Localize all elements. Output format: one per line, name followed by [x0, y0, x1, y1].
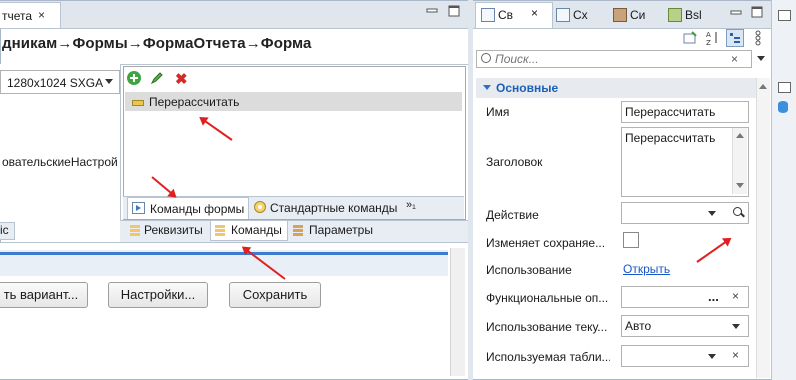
tab-structure[interactable]: Сх — [573, 8, 588, 22]
edit-icon[interactable] — [150, 71, 164, 85]
chevron-down-icon — [105, 79, 113, 84]
editor-tab-label: тчета — [2, 9, 33, 23]
requisites-icon — [130, 225, 140, 236]
open-link[interactable]: Открыть — [623, 262, 670, 276]
breadcrumb: дникам→Формы→ФормаОтчета→Форма — [2, 35, 312, 52]
prop-action-label: Действие — [486, 208, 539, 222]
select-dots-button[interactable]: ... — [708, 289, 719, 304]
commands-icon — [215, 225, 225, 236]
user-settings-text: овательскиеНастрой — [2, 155, 118, 169]
collapse-icon — [483, 85, 491, 90]
tab-label: Команды формы — [150, 202, 245, 216]
search-icon — [481, 53, 491, 63]
prop-name-label: Имя — [486, 105, 510, 119]
standard-commands-icon — [254, 201, 266, 213]
form-commands-icon — [132, 202, 145, 214]
used-table-field[interactable]: × — [621, 345, 749, 367]
tab-label: Команды — [231, 223, 282, 237]
scrollbar[interactable] — [756, 78, 770, 378]
syntax-helper-icon — [613, 8, 627, 22]
current-usage-value: Авто — [625, 319, 652, 333]
name-value: Перерассчитать — [625, 105, 716, 119]
prop-title-label: Заголовок — [486, 155, 543, 169]
name-field[interactable]: Перерассчитать — [621, 101, 749, 123]
group-header[interactable]: Основные — [476, 78, 768, 98]
svg-text:Z: Z — [706, 39, 711, 46]
select-variant-button[interactable]: ть вариант... — [0, 282, 88, 308]
tab-form-commands[interactable]: Команды формы — [127, 197, 249, 219]
svg-text:A: A — [706, 31, 711, 39]
tab-params[interactable]: Параметры — [309, 223, 373, 237]
tab-overflow[interactable]: »₁ — [406, 199, 416, 211]
clear-icon[interactable]: × — [732, 348, 739, 362]
chevron-down-icon[interactable] — [708, 354, 716, 359]
clear-icon[interactable]: × — [731, 52, 738, 66]
prop-current-usage-label: Использование теку... — [486, 320, 608, 334]
current-usage-select[interactable]: Авто — [621, 315, 749, 337]
add-icon[interactable] — [127, 71, 141, 85]
prop-usage-label: Использование — [486, 263, 572, 277]
group-label: Основные — [496, 81, 559, 95]
minimize-icon[interactable] — [730, 8, 742, 18]
database-icon[interactable] — [778, 101, 788, 113]
settings-button[interactable]: Настройки... — [108, 282, 208, 308]
search-input[interactable] — [476, 50, 752, 68]
prop-changes-saved-label: Изменяет сохраняе... — [486, 236, 606, 250]
delete-icon[interactable]: ✖ — [175, 70, 188, 88]
changes-saved-checkbox[interactable] — [623, 232, 639, 248]
functional-options-field[interactable]: ... × — [621, 286, 749, 308]
title-value: Перерассчитать — [625, 131, 716, 145]
tab-syntax[interactable]: Си — [630, 8, 645, 22]
save-button[interactable]: Сохранить — [229, 282, 321, 308]
chevron-up-icon — [759, 84, 767, 89]
splitter[interactable] — [468, 0, 473, 380]
list-item[interactable]: Перерассчитать — [125, 92, 462, 111]
sort-alpha-icon[interactable]: AZ — [705, 30, 719, 46]
title-field[interactable]: Перерассчитать — [621, 127, 749, 197]
action-field[interactable] — [621, 202, 749, 224]
prop-functional-label: Функциональные оп... — [486, 291, 609, 305]
resolution-value: 1280x1024 SXGA — [7, 76, 104, 90]
chevron-down-icon[interactable] — [732, 324, 740, 329]
resolution-select[interactable]: 1280x1024 SXGA — [0, 70, 120, 94]
categories-icon[interactable] — [683, 31, 697, 45]
close-icon[interactable]: × — [531, 6, 538, 20]
chevron-up-icon — [736, 133, 744, 138]
maximize-icon[interactable] — [448, 5, 460, 17]
restore-icon[interactable] — [778, 82, 791, 93]
structure-icon — [556, 8, 570, 22]
prop-used-table-label: Используемая табли... — [486, 350, 610, 364]
clear-icon[interactable]: × — [732, 289, 739, 303]
tab-label: Св — [498, 8, 514, 22]
params-icon — [293, 225, 303, 236]
chevron-down-icon[interactable] — [708, 211, 716, 216]
minimize-icon[interactable] — [426, 6, 438, 16]
restore-icon[interactable] — [778, 10, 791, 21]
scrollbar[interactable] — [450, 248, 465, 376]
tab-commands[interactable]: Команды — [210, 221, 288, 241]
maximize-icon[interactable] — [751, 6, 763, 18]
tab-standard-commands[interactable]: Стандартные команды — [270, 201, 397, 215]
editor-tab[interactable]: тчета × — [0, 2, 61, 28]
bsl-icon — [668, 8, 682, 22]
command-icon — [132, 100, 144, 106]
tab-requisites[interactable]: Реквизиты — [144, 223, 203, 237]
scrollbar[interactable] — [732, 128, 747, 194]
close-icon[interactable]: × — [38, 8, 45, 22]
options-icon[interactable] — [752, 30, 764, 46]
properties-icon — [481, 8, 495, 22]
side-toolbar — [771, 0, 796, 380]
chevron-down-icon[interactable] — [757, 56, 765, 61]
search-box[interactable]: × — [476, 50, 771, 70]
search-icon-handle — [740, 212, 745, 218]
tab-partial[interactable]: іс — [0, 222, 15, 240]
list-item-label: Перерассчитать — [149, 95, 240, 109]
tree-view-icon[interactable] — [726, 29, 744, 47]
tab-bsl[interactable]: Bsl — [685, 8, 702, 22]
preview-accent-line — [0, 252, 448, 255]
editor-tabbar — [0, 1, 468, 29]
chevron-down-icon — [736, 183, 744, 188]
